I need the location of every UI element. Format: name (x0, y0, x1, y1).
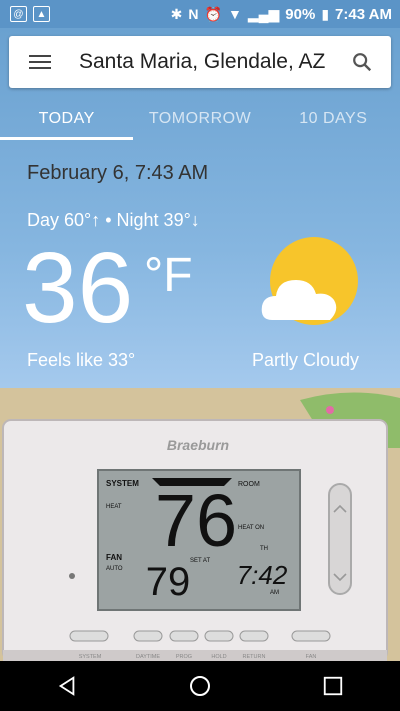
tab-today[interactable]: TODAY (0, 98, 134, 140)
partly-cloudy-icon (258, 236, 358, 336)
weather-condition: Partly Cloudy (252, 350, 360, 370)
lcd-set-temp: 79 (146, 560, 191, 604)
lcd-room-label: ROOM (238, 481, 260, 488)
thermostat-photo: Braeburn SYSTEM HEAT FAN AUTO ROOM 76 HE… (0, 388, 400, 689)
btn-label-fan: FAN (306, 654, 317, 660)
lcd-heat-label: HEAT (106, 504, 122, 510)
lcd-system-label: SYSTEM (106, 479, 139, 488)
tab-tomorrow[interactable]: TOMORROW (133, 98, 266, 140)
lcd-fan-label: FAN (106, 553, 122, 562)
recents-icon[interactable] (313, 666, 353, 706)
feels-like: Feels like 33° (27, 350, 136, 370)
btn-label-daytime: DAYTIME (136, 654, 160, 660)
status-bar: @ ▲ ✱ N ⏰ ▼ ▂▄▆ 90% ▮ 7:43 AM (0, 0, 400, 28)
battery-icon: ▮ (321, 5, 330, 22)
forecast-datetime: February 6, 7:43 AM (27, 162, 209, 184)
search-icon[interactable] (351, 51, 373, 73)
btn-label-return: RETURN (243, 654, 266, 660)
hamburger-menu-icon[interactable] (29, 55, 51, 69)
current-temperature: 36 (22, 232, 134, 344)
lcd-heat-on-label: HEAT ON (238, 525, 264, 531)
lcd-th-label: TH (260, 546, 268, 552)
btn-label-system: SYSTEM (79, 654, 102, 660)
back-icon[interactable] (47, 666, 87, 706)
lcd-room-temp: 76 (155, 479, 237, 562)
weather-panel: Santa Maria, Glendale, AZ TODAY TOMORROW… (0, 28, 400, 689)
gallery-icon: ▲ (33, 6, 50, 22)
bluetooth-icon: ✱ (170, 5, 183, 22)
home-icon[interactable] (180, 666, 220, 706)
forecast-tabs: TODAY TOMORROW 10 DAYS (0, 98, 400, 140)
search-bar[interactable]: Santa Maria, Glendale, AZ (9, 36, 391, 88)
tab-10-days[interactable]: 10 DAYS (267, 98, 400, 140)
notification-icon: @ (10, 6, 27, 22)
battery-percent: 90% (285, 5, 316, 23)
btn-label-hold: HOLD (211, 654, 226, 660)
thermostat-brand: Braeburn (167, 437, 229, 453)
day-night-temps: Day 60°↑ • Night 39°↓ (27, 210, 200, 230)
status-time: 7:43 AM (335, 5, 392, 23)
android-nav-bar (0, 661, 400, 711)
btn-label-prog: PROG (176, 654, 192, 660)
alarm-icon: ⏰ (204, 5, 222, 22)
location-search-input[interactable]: Santa Maria, Glendale, AZ (79, 50, 325, 74)
nfc-icon: N (188, 6, 199, 22)
lcd-clock: 7:42 (237, 560, 288, 590)
signal-icon: ▂▄▆ (247, 5, 280, 22)
temperature-unit: °F (144, 249, 193, 302)
lcd-am-label: AM (270, 590, 279, 596)
wifi-icon: ▼ (227, 6, 242, 22)
lcd-auto-label: AUTO (106, 566, 123, 572)
lcd-set-at-label: SET AT (190, 558, 210, 564)
